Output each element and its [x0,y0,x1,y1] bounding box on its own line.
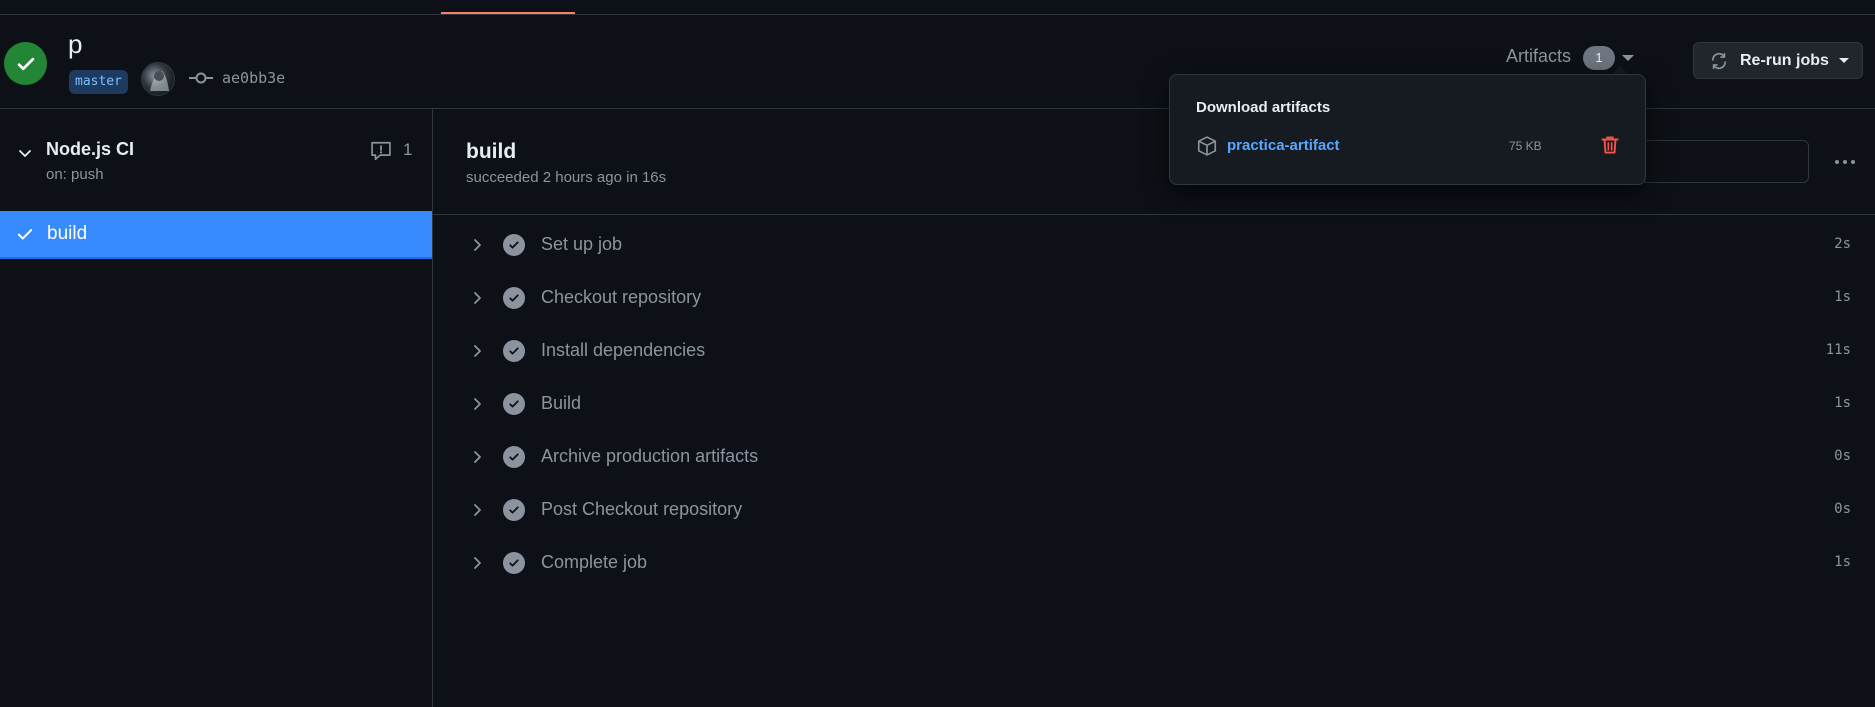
search-logs-input[interactable] [1641,140,1809,183]
job-header: build succeeded 2 hours ago in 16s [433,109,1875,215]
active-tab-underline [441,12,575,14]
step-duration: 1s [1834,395,1851,411]
artifact-size: 75 KB [1509,139,1542,153]
artifacts-popover: Download artifacts practica-artifact 75 … [1169,74,1646,185]
check-circle-icon [503,234,525,256]
avatar[interactable] [141,62,175,96]
check-circle-icon [503,446,525,468]
job-step[interactable]: Build 1s [433,384,1875,424]
git-commit-icon [189,72,213,84]
step-duration: 0s [1834,448,1851,464]
step-duration: 1s [1834,289,1851,305]
check-circle-icon [503,340,525,362]
check-circle-icon [503,287,525,309]
chevron-right-icon[interactable] [469,555,485,571]
annotation-count[interactable]: 1 [403,140,412,160]
chevron-down-icon[interactable] [17,145,33,161]
more-options-button[interactable] [1830,147,1860,177]
kebab-dot [1843,160,1847,164]
artifacts-button-label[interactable]: Artifacts [1506,46,1571,67]
kebab-dot [1851,160,1855,164]
check-circle-icon [503,552,525,574]
step-name: Build [541,393,582,413]
workflow-trigger: on: push [46,166,104,183]
run-title: p [68,29,83,59]
step-duration: 2s [1834,236,1851,252]
chevron-right-icon[interactable] [469,237,485,253]
chevron-right-icon[interactable] [469,396,485,412]
check-icon [17,229,33,240]
report-icon[interactable] [370,140,392,162]
step-duration: 1s [1834,554,1851,570]
step-name: Set up job [541,234,623,254]
kebab-dot [1835,160,1839,164]
step-duration: 0s [1834,501,1851,517]
step-name: Post Checkout repository [541,499,743,519]
branch-badge[interactable]: master [69,70,128,94]
sync-icon [1711,52,1727,69]
job-step[interactable]: Complete job 1s [433,543,1875,583]
chevron-right-icon[interactable] [469,449,485,465]
step-name: Install dependencies [541,340,706,360]
check-circle-icon [503,393,525,415]
package-icon [1197,136,1217,156]
success-status-icon [4,42,47,85]
chevron-right-icon[interactable] [469,502,485,518]
job-panel: build succeeded 2 hours ago in 16s Set u… [433,109,1875,707]
rerun-jobs-label: Re-run jobs [1740,51,1829,69]
rerun-jobs-button[interactable]: Re-run jobs [1693,42,1863,79]
step-name: Archive production artifacts [541,446,759,466]
popover-title: Download artifacts [1196,99,1331,116]
step-name: Checkout repository [541,287,702,307]
job-status-meta: succeeded 2 hours ago in 16s [466,169,667,186]
workflow-sidebar: Node.js CI on: push 1 build [0,109,433,707]
job-step[interactable]: Checkout repository 1s [433,278,1875,318]
commit-sha-link[interactable]: ae0bb3e [222,69,285,87]
workflow-name[interactable]: Node.js CI [46,139,134,160]
triangle-down-icon[interactable] [1622,55,1634,61]
job-step[interactable]: Install dependencies 11s [433,331,1875,371]
trash-icon[interactable] [1599,134,1621,156]
sidebar-item-build[interactable]: build [0,211,432,259]
top-navigation [0,0,1875,15]
triangle-down-icon [1838,58,1849,63]
job-title: build [466,140,517,163]
check-circle-icon [503,499,525,521]
job-step[interactable]: Archive production artifacts 0s [433,437,1875,477]
step-duration: 11s [1825,342,1851,358]
sidebar-item-label: build [47,223,88,244]
chevron-right-icon[interactable] [469,290,485,306]
artifact-download-link[interactable]: practica-artifact [1227,137,1340,154]
workflow-summary[interactable]: Node.js CI on: push 1 [0,109,432,211]
step-name: Complete job [541,552,648,572]
job-step[interactable]: Set up job 2s [433,225,1875,265]
job-step[interactable]: Post Checkout repository 0s [433,490,1875,530]
chevron-right-icon[interactable] [469,343,485,359]
